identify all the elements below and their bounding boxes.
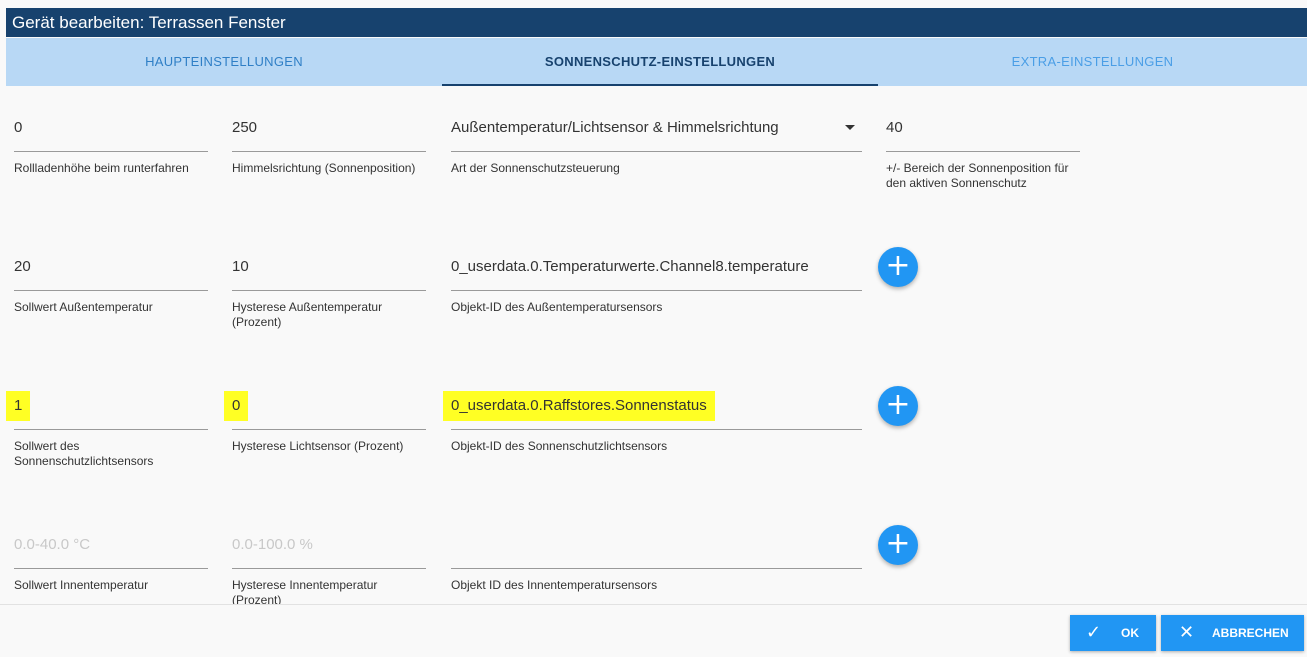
add-innentemperatursensor-button[interactable]: +	[878, 525, 918, 565]
rollladenhoehe-label: Rollladenhöhe beim runterfahren	[14, 161, 189, 175]
check-icon: ✓	[1086, 622, 1102, 643]
sollwert-innentemperatur-label: Sollwert Innentemperatur	[14, 578, 149, 592]
close-icon: ✕	[1179, 622, 1195, 643]
add-sonnenschutzlichtsensor-button[interactable]: +	[878, 386, 918, 426]
dialog-footer: ✓ OK ✕ ABBRECHEN	[0, 604, 1307, 657]
underline	[232, 290, 426, 291]
underline	[451, 290, 862, 291]
caret-down-icon[interactable]	[845, 125, 855, 130]
underline	[232, 429, 426, 430]
underline	[14, 568, 208, 569]
hysterese-lichtsensor-input[interactable]: 0	[224, 391, 249, 421]
aussentemperatursensor-label: Objekt-ID des Außentemperatursensors	[451, 300, 663, 314]
hysterese-aussentemperatur-input[interactable]: 10	[232, 252, 249, 282]
cancel-button[interactable]: ✕ ABBRECHEN	[1161, 615, 1304, 651]
rollladenhoehe-input[interactable]: 0	[14, 113, 22, 143]
add-aussentemperatursensor-button[interactable]: +	[878, 247, 918, 287]
hysterese-innentemperatur-input[interactable]: 0.0-100.0 %	[232, 530, 313, 560]
tab-sonnenschutz-einstellungen[interactable]: SONNENSCHUTZ-EINSTELLUNGEN	[442, 38, 878, 86]
sonnenposition-bereich-input[interactable]: 40	[886, 113, 903, 143]
sollwert-aussentemperatur-label: Sollwert Außentemperatur	[14, 300, 153, 314]
tab-haupteinstellungen[interactable]: HAUPTEINSTELLUNGEN	[6, 38, 442, 86]
sonnenschutzlichtsensor-input[interactable]: 0_userdata.0.Raffstores.Sonnenstatus	[443, 391, 715, 421]
tab-extra-einstellungen[interactable]: EXTRA-EINSTELLUNGEN	[878, 38, 1307, 86]
sonnenposition-bereich-label: +/- Bereich der Sonnenposition für den a…	[886, 161, 1069, 190]
sollwert-aussentemperatur-input[interactable]: 20	[14, 252, 31, 282]
hysterese-aussentemperatur-label: Hysterese Außentemperatur (Prozent)	[232, 300, 383, 329]
underline	[451, 429, 862, 430]
ok-button-label: OK	[1121, 626, 1139, 640]
ok-button[interactable]: ✓ OK	[1070, 615, 1156, 651]
underline	[14, 429, 208, 430]
hysterese-lichtsensor-label: Hysterese Lichtsensor (Prozent)	[232, 439, 404, 453]
himmelsrichtung-label: Himmelsrichtung (Sonnenposition)	[232, 161, 416, 175]
tab-bar: HAUPTEINSTELLUNGEN SONNENSCHUTZ-EINSTELL…	[6, 38, 1307, 86]
active-tab-indicator	[442, 84, 878, 86]
sollwert-innentemperatur-input[interactable]: 0.0-40.0 °C	[14, 530, 90, 560]
sollwert-lichtsensor-label: Sollwert des Sonnenschutzlichtsensors	[14, 439, 154, 468]
sollwert-lichtsensor-input[interactable]: 1	[6, 391, 31, 421]
underline	[886, 151, 1080, 152]
cancel-button-label: ABBRECHEN	[1212, 626, 1289, 640]
underline	[451, 568, 862, 569]
dialog-title: Gerät bearbeiten: Terrassen Fenster	[6, 8, 1307, 37]
innentemperatursensor-label: Objekt ID des Innentemperatursensors	[451, 578, 658, 592]
sonnenschutzlichtsensor-label: Objekt-ID des Sonnenschutzlichtsensors	[451, 439, 668, 453]
underline	[14, 151, 208, 152]
sonnenschutzsteuerung-select[interactable]: Außentemperatur/Lichtsensor & Himmelsric…	[451, 113, 779, 143]
aussentemperatursensor-input[interactable]: 0_userdata.0.Temperaturwerte.Channel8.te…	[451, 252, 809, 282]
himmelsrichtung-input[interactable]: 250	[232, 113, 257, 143]
underline	[232, 151, 426, 152]
underline	[451, 151, 862, 152]
underline	[232, 568, 426, 569]
underline	[14, 290, 208, 291]
sonnenschutzsteuerung-label: Art der Sonnenschutzsteuerung	[451, 161, 620, 175]
